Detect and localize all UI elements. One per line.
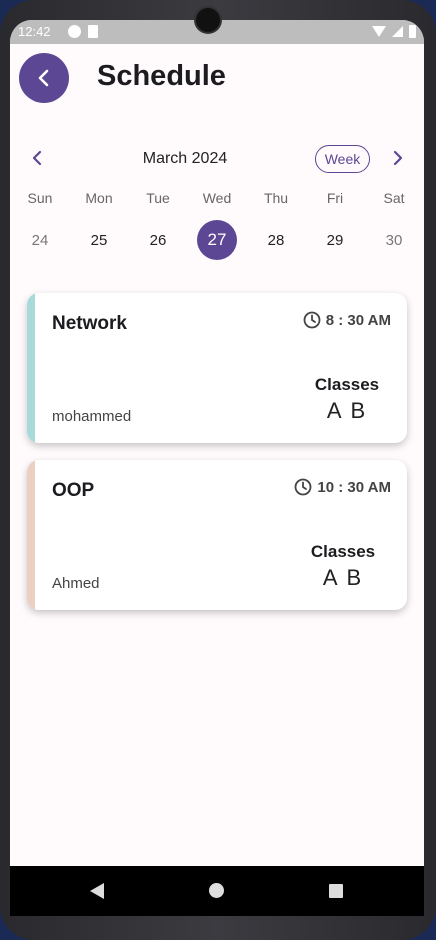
day-number[interactable]: 25 — [79, 220, 119, 260]
nav-back-icon[interactable] — [90, 883, 104, 899]
signal-icon — [392, 26, 403, 37]
system-navigation-bar — [10, 866, 424, 916]
nav-recents-icon[interactable] — [329, 884, 343, 898]
classes-value: A B — [322, 565, 364, 590]
event-time: 10 : 30 AM — [294, 478, 391, 496]
day-number[interactable]: 30 — [374, 220, 414, 260]
day-column-mon[interactable]: Mon 25 — [74, 190, 124, 260]
classes-label: Classes — [314, 375, 380, 394]
day-name: Sat — [383, 190, 405, 206]
page-title: Schedule — [97, 60, 226, 92]
event-person: mohammed — [52, 408, 132, 425]
event-time-text: 10 : 30 AM — [317, 478, 391, 496]
selected-day-number[interactable]: 27 — [197, 220, 237, 260]
sim-card-icon — [88, 25, 98, 38]
back-button[interactable] — [19, 53, 69, 103]
day-name: Mon — [85, 190, 113, 206]
classes-value: A B — [326, 398, 368, 423]
day-name: Tue — [146, 190, 170, 206]
day-number[interactable]: 28 — [256, 220, 296, 260]
day-number[interactable]: 24 — [20, 220, 60, 260]
day-column-sun[interactable]: Sun 24 — [15, 190, 65, 260]
event-time-text: 8 : 30 AM — [325, 311, 391, 329]
status-time: 12:42 — [18, 24, 51, 39]
front-camera — [196, 8, 220, 32]
day-name: Sun — [27, 190, 53, 206]
day-column-fri[interactable]: Fri 29 — [310, 190, 360, 260]
event-card-oop[interactable]: OOP 10 : 30 AM Classes A B Ahmed — [27, 460, 407, 610]
next-month-button[interactable] — [388, 147, 408, 169]
day-name: Thu — [263, 190, 289, 206]
chevron-left-icon — [38, 69, 49, 87]
clock-icon — [294, 478, 312, 496]
wifi-icon — [372, 26, 386, 37]
previous-month-button[interactable] — [27, 147, 47, 169]
event-person: Ahmed — [52, 575, 100, 592]
notification-icon — [68, 25, 81, 38]
status-indicators — [372, 25, 416, 38]
day-column-tue[interactable]: Tue 26 — [133, 190, 183, 260]
classes-block: Classes A B — [303, 542, 383, 591]
day-column-thu[interactable]: Thu 28 — [251, 190, 301, 260]
classes-label: Classes — [310, 542, 376, 561]
event-time: 8 : 30 AM — [303, 311, 391, 329]
day-number[interactable]: 29 — [315, 220, 355, 260]
event-color-stripe — [27, 460, 35, 610]
event-title: Network — [52, 313, 127, 334]
nav-home-icon[interactable] — [209, 883, 224, 898]
app-screen: 12:42 Schedule March 2024 Week Sun 24 Mo… — [10, 20, 424, 915]
chevron-right-icon — [393, 150, 403, 166]
week-view-button[interactable]: Week — [315, 145, 370, 173]
event-card-network[interactable]: Network 8 : 30 AM Classes A B mohammed — [27, 293, 407, 443]
day-column-sat[interactable]: Sat 30 — [369, 190, 419, 260]
day-column-wed[interactable]: Wed 27 — [192, 190, 242, 260]
event-color-stripe — [27, 293, 35, 443]
day-name: Wed — [202, 190, 232, 206]
day-number[interactable]: 26 — [138, 220, 178, 260]
event-title: OOP — [52, 480, 95, 501]
classes-block: Classes A B — [307, 375, 387, 424]
clock-icon — [303, 311, 321, 329]
chevron-left-icon — [32, 150, 42, 166]
day-name: Fri — [326, 190, 344, 206]
month-label: March 2024 — [142, 150, 228, 167]
battery-icon — [409, 25, 416, 38]
